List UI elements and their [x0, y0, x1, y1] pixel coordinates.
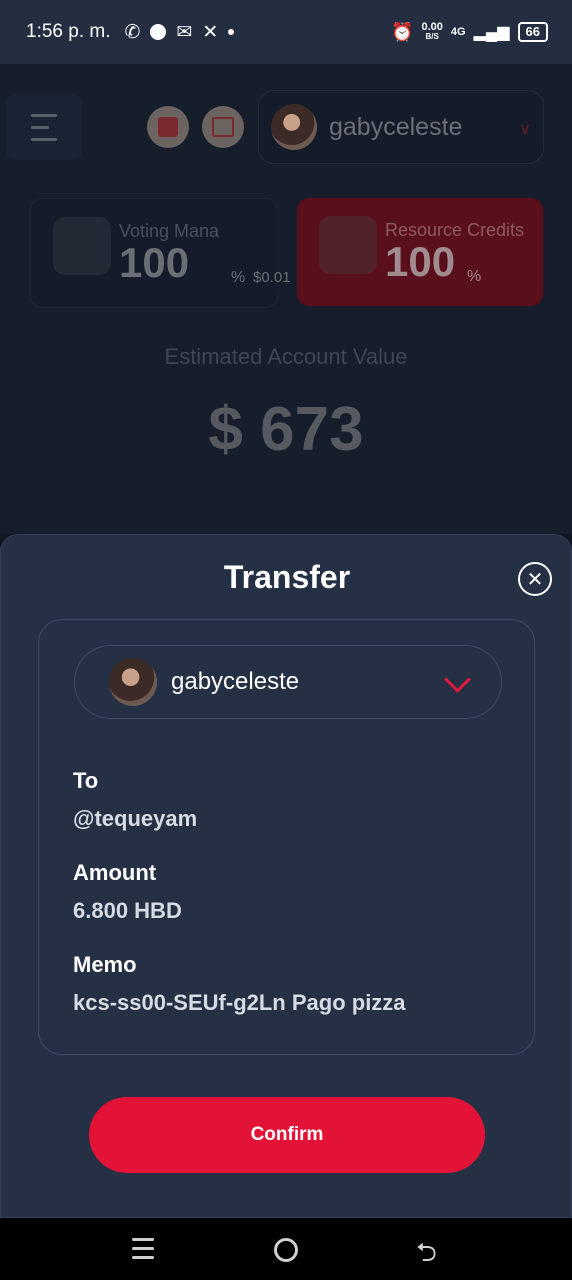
alarm-icon: ⏰: [391, 21, 414, 42]
amount-label: Amount: [73, 860, 157, 885]
voting-mana-unit: %: [231, 269, 246, 286]
to-value: @tequeyam: [73, 806, 198, 831]
resource-credits-value: 100: [385, 238, 456, 285]
recent-apps-icon[interactable]: [132, 1238, 154, 1259]
status-time: 1:56 p. m.: [26, 21, 111, 42]
gift-icon[interactable]: [202, 106, 244, 148]
signal-icon: ▂▄▆: [473, 24, 510, 41]
transfer-modal: Transfer ✕ gabyceleste To @tequeyam Amou…: [0, 534, 572, 1218]
estimated-value-label: Estimated Account Value: [164, 344, 408, 369]
upload-icon: [53, 217, 111, 275]
confirm-button[interactable]: Confirm: [89, 1097, 485, 1173]
net-speed: 0.00 B/S: [421, 22, 442, 42]
net-speed-unit: B/S: [425, 32, 439, 41]
from-account-selector[interactable]: gabyceleste: [74, 645, 502, 719]
battery-indicator: 66: [517, 22, 548, 42]
voting-mana-extra: $0.01: [253, 269, 291, 286]
from-avatar: [109, 658, 157, 706]
estimated-value: $ 673: [208, 395, 364, 464]
amount-value: 6.800 HBD: [73, 898, 182, 923]
home-icon[interactable]: [274, 1238, 298, 1262]
resource-credits-unit: %: [467, 268, 482, 285]
back-icon[interactable]: ⮌: [416, 1234, 437, 1278]
notification-icons: ✆ ✉ ✕: [125, 21, 235, 44]
circle-app-icon: [150, 24, 167, 40]
to-label: To: [73, 768, 99, 793]
navigation-bar: ⮌: [0, 1218, 572, 1280]
account-selector[interactable]: gabyceleste ∨: [258, 90, 544, 164]
app-background: gabyceleste ∨ Voting Mana 100 % $0.01 Re…: [0, 64, 572, 534]
avatar: [271, 104, 317, 150]
account-name: gabyceleste: [329, 112, 463, 141]
status-bar: 1:56 p. m. ✆ ✉ ✕ ⏰ 0.00 B/S 4G ▂▄▆ 66: [0, 0, 572, 64]
memo-label: Memo: [73, 952, 137, 977]
memo-value: kcs-ss00-SEUf-g2Ln Pago pizza: [73, 990, 406, 1015]
gmail-icon: ✉: [176, 21, 193, 43]
more-notifications-icon: [228, 29, 235, 35]
chevron-down-icon: [444, 666, 471, 693]
network-type: 4G: [450, 26, 466, 38]
whatsapp-icon: ✆: [124, 21, 141, 43]
hive-cube-icon[interactable]: [147, 106, 189, 148]
transfer-details-panel: gabyceleste To @tequeyam Amount 6.800 HB…: [38, 619, 535, 1055]
menu-button[interactable]: [6, 94, 82, 160]
from-account-name: gabyceleste: [171, 668, 300, 695]
status-right: ⏰ 0.00 B/S 4G ▂▄▆ 66: [391, 22, 548, 43]
modal-title: Transfer: [223, 559, 351, 595]
resource-credits-card: Resource Credits 100 %: [297, 198, 543, 306]
voting-mana-card: Voting Mana 100 % $0.01: [30, 198, 291, 308]
net-speed-value: 0.00: [421, 21, 443, 33]
close-icon[interactable]: ✕: [518, 562, 552, 596]
voting-mana-value: 100: [119, 239, 190, 286]
status-left: 1:56 p. m. ✆ ✉ ✕: [26, 21, 235, 44]
speedometer-icon: [319, 216, 377, 274]
chevron-down-icon: ∨: [519, 121, 531, 138]
x-icon: ✕: [202, 21, 219, 43]
